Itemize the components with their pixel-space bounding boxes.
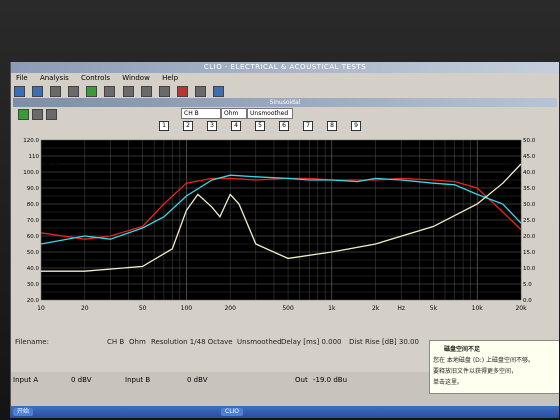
overlay-toolbar: 1 2 3 4 5 6 7 8 9	[13, 119, 557, 131]
sinusoidal-window-title: Sinusoidal	[13, 98, 557, 107]
right-tick-label: 50.0	[523, 138, 536, 144]
help-icon[interactable]	[213, 86, 225, 97]
mls-icon[interactable]	[122, 86, 134, 97]
analysis-toolbar: CH B Ohm Unsmoothed	[13, 107, 557, 120]
overlay-7-checkbox[interactable]: 7	[303, 121, 313, 131]
menu-analysis[interactable]: Analysis	[40, 74, 69, 82]
right-tick-label: 20.0	[523, 234, 536, 240]
multimeter-icon[interactable]	[86, 86, 98, 97]
y-tick-label: 30.0	[27, 282, 40, 288]
copy-icon[interactable]	[68, 86, 80, 97]
y-tick-label: 80.0	[27, 202, 40, 208]
overlay-6-checkbox[interactable]: 6	[279, 121, 289, 131]
menu-window[interactable]: Window	[122, 74, 150, 82]
chart-svg: 10 20 50 100 200 500 1k 2k Hz 5k 10k 20k 120.0 110 100…	[13, 132, 557, 324]
sinusoidal-window: Sinusoidal CH B Ohm Unsmoothed 1 2 3 4 5…	[13, 98, 557, 324]
screen: CLIO - ELECTRICAL & ACOUSTICAL TESTS Fil…	[10, 62, 559, 418]
balloon-title: 磁盘空间不足	[444, 346, 481, 353]
x-tick-label: 500	[282, 305, 294, 312]
overlay-2-checkbox[interactable]: 2	[183, 121, 193, 131]
x-tick-label: 10k	[472, 305, 484, 312]
x-tick-label: 20	[81, 305, 89, 312]
y-axis-title: dBSPL	[43, 161, 62, 168]
y-tick-label: 90.0	[27, 186, 40, 192]
low-disk-balloon[interactable]: 磁盘空间不足 您在 本地磁盘 (D:) 上磁盘空间不够。 要释放旧文件以获得更多…	[429, 340, 559, 394]
right-tick-label: 45.0	[523, 154, 536, 160]
settings-icon[interactable]	[194, 86, 206, 97]
overlay-9-checkbox[interactable]: 9	[351, 121, 361, 131]
right-tick-label: 30.0	[523, 202, 536, 208]
overlay-3-checkbox[interactable]: 3	[207, 121, 217, 131]
input-a-value[interactable]: 0 dBV	[71, 376, 92, 384]
status-smoothing: Unsmoothed	[237, 338, 282, 346]
y-tick-label: 40.0	[27, 266, 40, 272]
fft-icon[interactable]	[104, 86, 116, 97]
right-tick-label: 35.0	[523, 186, 536, 192]
right-tick-label: 5.0	[523, 282, 532, 288]
units-select[interactable]: Ohm	[221, 108, 247, 119]
y-tick-label: 110	[29, 154, 40, 160]
status-filename: Filename:	[15, 338, 49, 346]
channel-select[interactable]: CH B	[181, 108, 221, 119]
taskbar: 开始 CLIO	[11, 406, 559, 418]
x-tick-label: 50	[139, 305, 147, 312]
window-title: CLIO - ELECTRICAL & ACOUSTICAL TESTS	[11, 62, 559, 73]
balloon-line-3: 单击这里。	[433, 379, 464, 386]
status-resolution: Resolution 1/48 Octave	[151, 338, 233, 346]
input-b-label: Input B	[125, 376, 151, 384]
menu-file[interactable]: File	[16, 74, 28, 82]
overlay-5-checkbox[interactable]: 5	[255, 121, 265, 131]
frequency-response-plot[interactable]: 10 20 50 100 200 500 1k 2k Hz 5k 10k 20k 120.0 110 100…	[13, 132, 557, 324]
status-dist-rise: Dist Rise [dB] 30.00	[349, 338, 419, 346]
overlay-8-checkbox[interactable]: 8	[327, 121, 337, 131]
input-a-label: Input A	[13, 376, 39, 384]
sinusoidal-icon[interactable]	[140, 86, 152, 97]
waterfall-icon[interactable]	[158, 86, 170, 97]
x-tick-label: 2k	[372, 305, 380, 312]
x-tick-label: 10	[37, 305, 45, 312]
menu-controls[interactable]: Controls	[81, 74, 110, 82]
stop-icon[interactable]	[176, 86, 188, 97]
output-value[interactable]: -19.0 dBu	[313, 376, 347, 384]
right-tick-label: 0.0	[523, 298, 532, 304]
overlay-1-checkbox[interactable]: 1	[159, 121, 169, 131]
right-tick-label: 10.0	[523, 266, 536, 272]
status-channel: CH B	[107, 338, 125, 346]
y-tick-label: 100.0	[23, 170, 39, 176]
output-label: Out	[295, 376, 308, 384]
y-tick-label: 70.0	[27, 218, 40, 224]
overlay-4-checkbox[interactable]: 4	[231, 121, 241, 131]
x-tick-label: 1k	[328, 305, 336, 312]
taskbar-clio[interactable]: CLIO	[221, 408, 244, 416]
y-tick-label: 50.0	[27, 250, 40, 256]
status-units: Ohm	[129, 338, 146, 346]
x-tick-label: 200	[224, 305, 236, 312]
grid	[40, 139, 522, 301]
menu-help[interactable]: Help	[162, 74, 178, 82]
smoothing-select[interactable]: Unsmoothed	[247, 108, 293, 119]
x-tick-label: Hz	[397, 305, 405, 312]
balloon-line-2: 要释放旧文件以获得更多空间，	[433, 368, 518, 375]
y-tick-label: 120.0	[23, 138, 39, 144]
x-tick-label: 20k	[515, 305, 527, 312]
menu-bar: File Analysis Controls Window Help	[11, 73, 559, 83]
right-tick-label: 25.0	[523, 218, 536, 224]
right-tick-label: 15.0	[523, 250, 536, 256]
main-toolbar	[13, 84, 557, 98]
y-tick-label: 60.0	[27, 234, 40, 240]
balloon-line-1: 您在 本地磁盘 (D:) 上磁盘空间不够。	[433, 357, 535, 364]
open-icon[interactable]	[14, 86, 25, 97]
status-delay: Delay [ms] 0.000	[281, 338, 342, 346]
x-tick-label: 5k	[430, 305, 438, 312]
start-button[interactable]: 开始	[13, 408, 34, 416]
print-icon[interactable]	[50, 86, 62, 97]
x-tick-label: 100	[181, 305, 193, 312]
right-axis-title: Ohm	[503, 161, 518, 168]
right-tick-label: 40.0	[523, 170, 536, 176]
save-icon[interactable]	[32, 86, 44, 97]
input-b-value[interactable]: 0 dBV	[187, 376, 208, 384]
y-tick-label: 20.0	[27, 298, 40, 304]
